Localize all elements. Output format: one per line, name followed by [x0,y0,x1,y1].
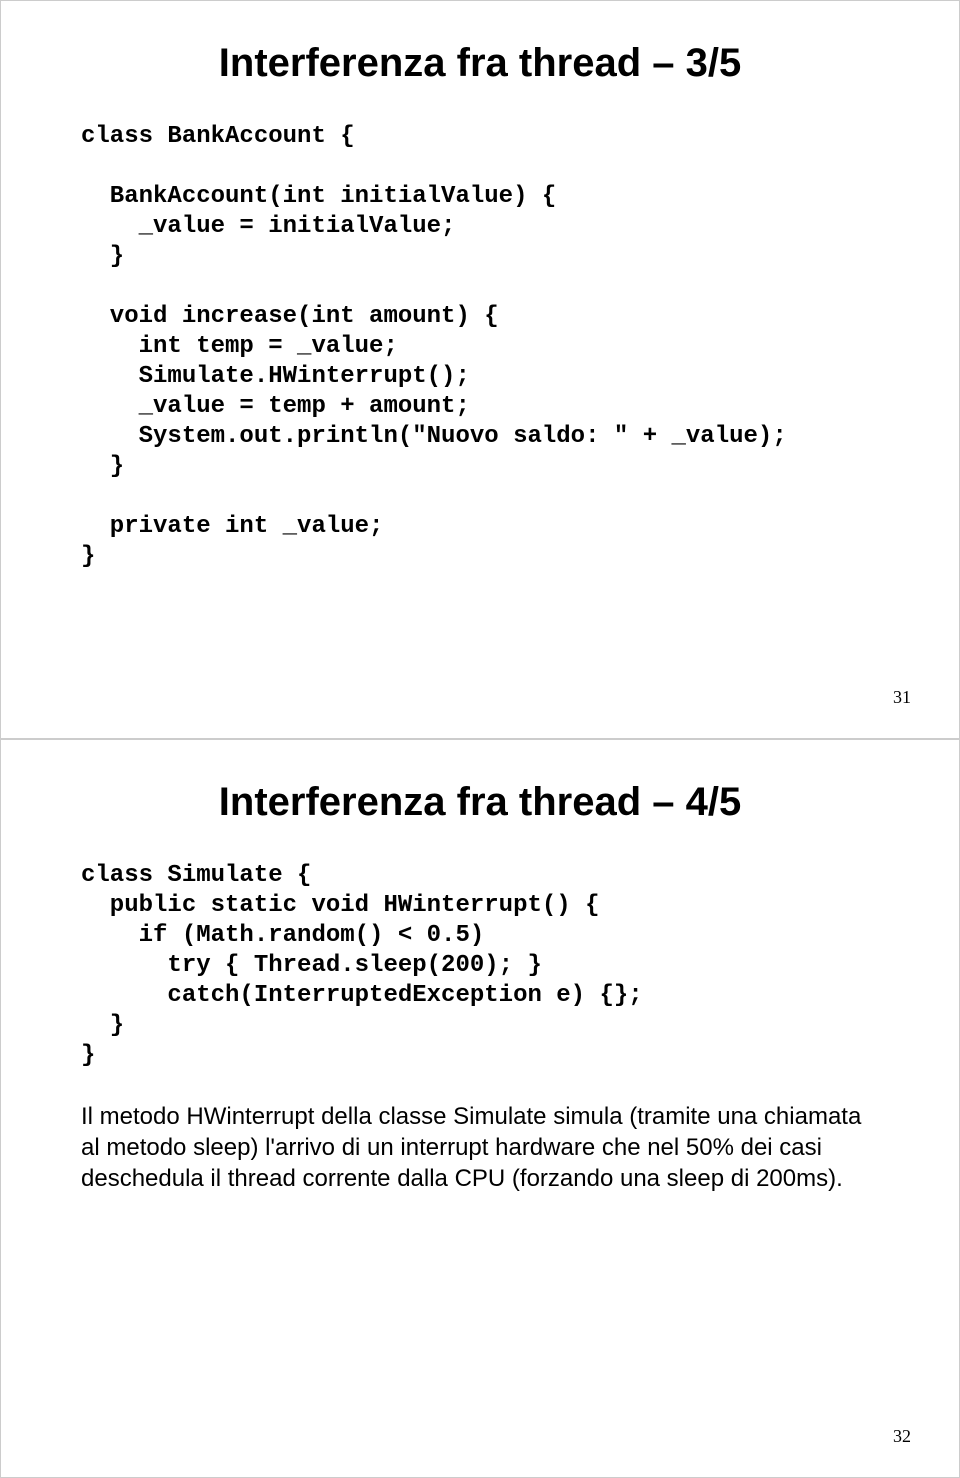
slide-title: Interferenza fra thread – 4/5 [81,780,879,825]
body-paragraph: Il metodo HWinterrupt della classe Simul… [81,1101,879,1195]
slide-1: Interferenza fra thread – 3/5 class Bank… [0,0,960,739]
code-block: class BankAccount { BankAccount(int init… [81,122,879,572]
slide-title: Interferenza fra thread – 3/5 [81,41,879,86]
slide-2: Interferenza fra thread – 4/5 class Simu… [0,739,960,1478]
code-block: class Simulate { public static void HWin… [81,861,879,1071]
page-number: 31 [893,687,911,708]
page-number: 32 [893,1426,911,1447]
